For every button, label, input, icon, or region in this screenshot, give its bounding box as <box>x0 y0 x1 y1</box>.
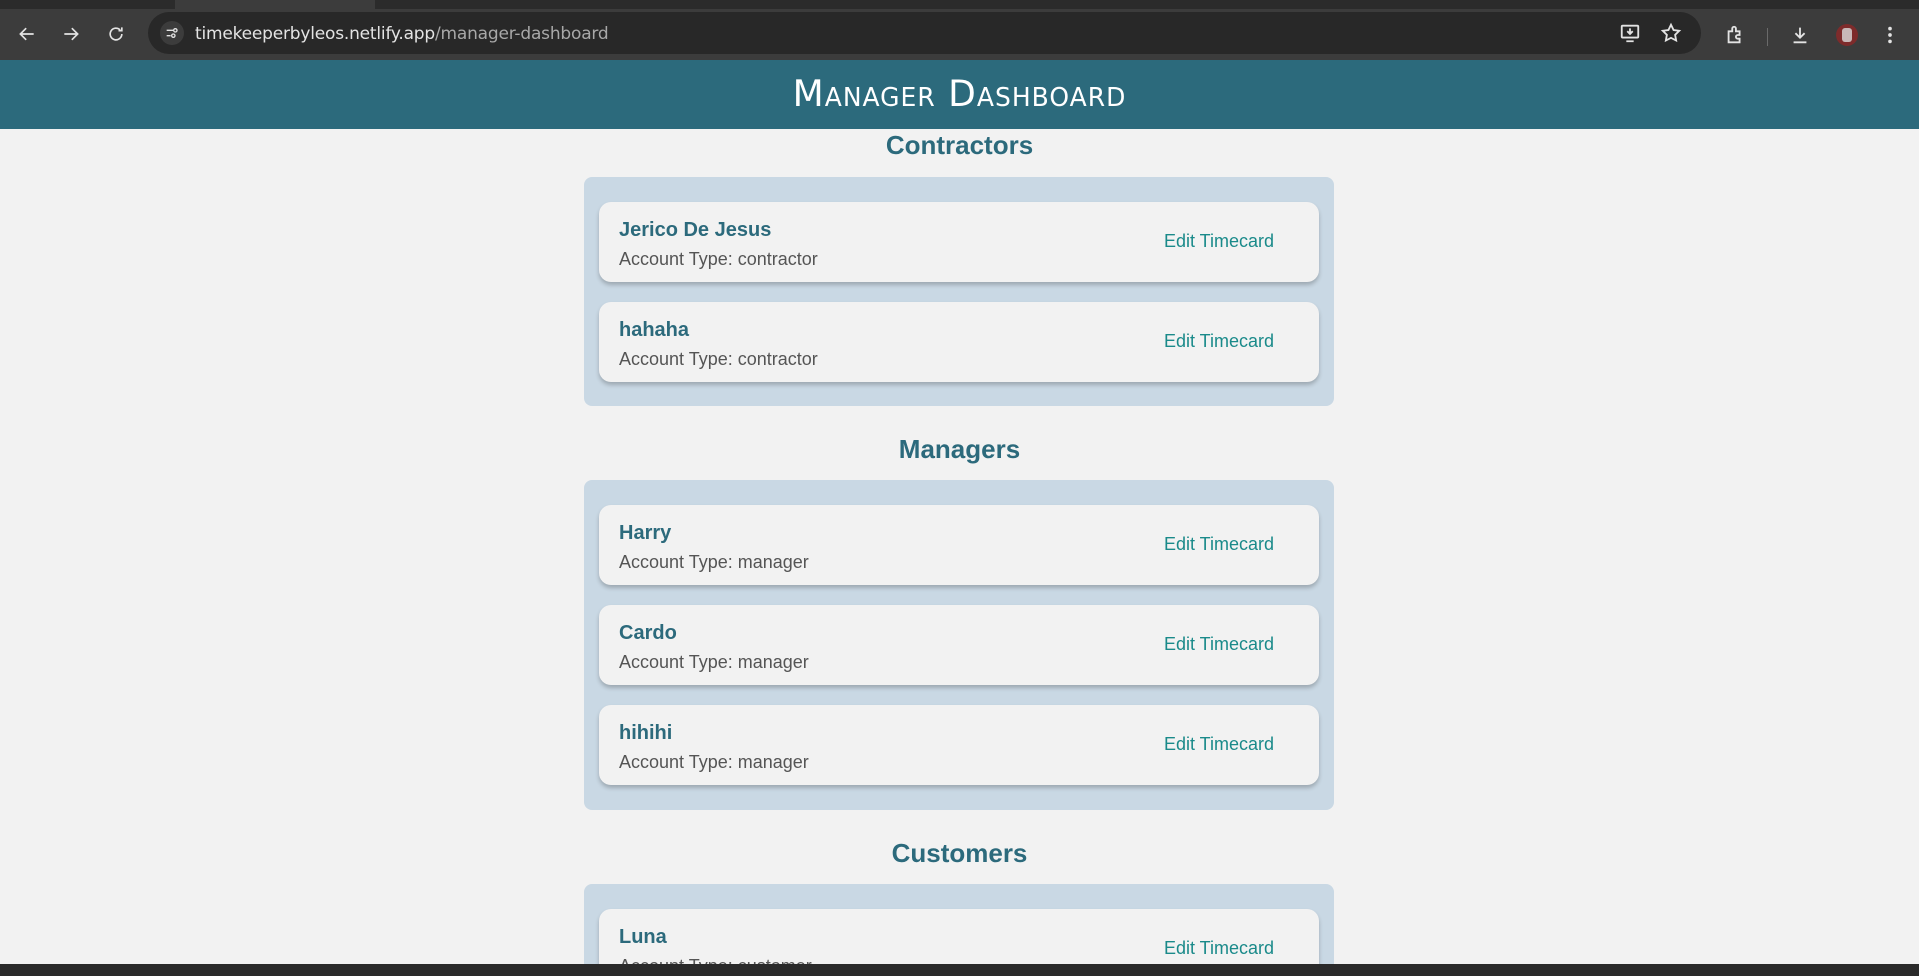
active-tab-edge <box>175 0 375 9</box>
managers-group: Harry Account Type: manager Edit Timecar… <box>584 480 1334 810</box>
edit-timecard-link[interactable]: Edit Timecard <box>1164 231 1274 252</box>
contractors-group: Jerico De Jesus Account Type: contractor… <box>584 177 1334 406</box>
edit-timecard-link[interactable]: Edit Timecard <box>1164 331 1274 352</box>
reload-button[interactable] <box>101 19 131 49</box>
profile-avatar[interactable] <box>1836 24 1858 46</box>
download-icon[interactable] <box>1787 22 1813 48</box>
customers-group: Luna Account Type: customer Edit Timecar… <box>584 884 1334 976</box>
account-type: Account Type: manager <box>619 552 809 572</box>
section-title-managers: Managers <box>898 434 1021 464</box>
user-name: hihihi <box>619 722 673 744</box>
window-bottom-edge <box>0 964 1919 976</box>
edit-timecard-link[interactable]: Edit Timecard <box>1164 734 1274 755</box>
app-header: Manager Dashboard <box>0 60 1919 129</box>
user-name: Jerico De Jesus <box>619 219 772 241</box>
section-title-contractors: Contractors <box>885 130 1034 160</box>
user-name: Cardo <box>619 622 677 644</box>
bookmark-star-icon[interactable] <box>1659 21 1683 45</box>
account-type: Account Type: manager <box>619 752 809 772</box>
site-info-icon[interactable] <box>160 21 184 45</box>
arrow-right-icon <box>64 27 79 41</box>
browser-chrome: timekeeperbyleos.netlify.app/manager-das… <box>0 0 1919 60</box>
install-app-icon[interactable] <box>1618 21 1642 45</box>
extensions-icon[interactable] <box>1722 22 1748 48</box>
more-menu-icon[interactable] <box>1877 22 1903 48</box>
section-title-customers: Customers <box>891 838 1028 868</box>
toolbar-divider <box>1767 28 1768 46</box>
user-name: hahaha <box>619 319 690 341</box>
edit-timecard-link[interactable]: Edit Timecard <box>1164 938 1274 959</box>
user-name: Luna <box>619 926 667 948</box>
browser-toolbar: timekeeperbyleos.netlify.app/manager-das… <box>0 9 1919 60</box>
user-card: Harry Account Type: manager Edit Timecar… <box>599 505 1319 585</box>
user-card: hihihi Account Type: manager Edit Timeca… <box>599 705 1319 785</box>
user-card: Jerico De Jesus Account Type: contractor… <box>599 202 1319 282</box>
arrow-left-icon <box>19 27 34 41</box>
page-title: Manager Dashboard <box>792 73 1127 116</box>
reload-icon <box>109 27 123 41</box>
edit-timecard-link[interactable]: Edit Timecard <box>1164 634 1274 655</box>
user-card: Cardo Account Type: manager Edit Timecar… <box>599 605 1319 685</box>
account-type: Account Type: contractor <box>619 349 818 369</box>
address-bar[interactable]: timekeeperbyleos.netlify.app/manager-das… <box>148 12 1701 54</box>
page-viewport: Manager Dashboard Contractors Jerico De … <box>0 60 1919 976</box>
forward-button[interactable] <box>56 19 86 49</box>
edit-timecard-link[interactable]: Edit Timecard <box>1164 534 1274 555</box>
account-type: Account Type: manager <box>619 652 809 672</box>
user-name: Harry <box>619 522 672 544</box>
url-path: /manager-dashboard <box>434 24 609 44</box>
back-button[interactable] <box>12 19 42 49</box>
account-type: Account Type: contractor <box>619 249 818 269</box>
url-text[interactable]: timekeeperbyleos.netlify.app/manager-das… <box>195 24 609 44</box>
url-host: timekeeperbyleos.netlify.app <box>195 24 435 44</box>
user-card: hahaha Account Type: contractor Edit Tim… <box>599 302 1319 382</box>
